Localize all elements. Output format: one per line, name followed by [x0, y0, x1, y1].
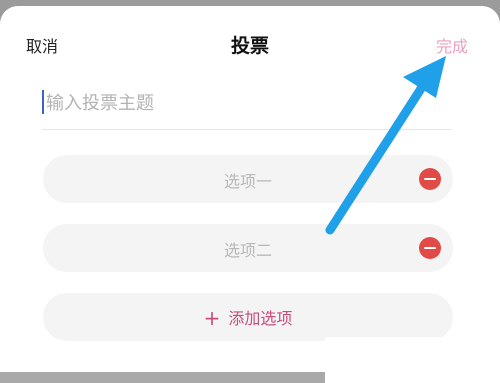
done-button[interactable]: 完成 — [436, 33, 468, 57]
background-element — [325, 337, 500, 383]
screen: 取消 投票 完成 选项一 选项二 + 添加选项 — [0, 0, 500, 383]
option-input[interactable]: 选项二 — [43, 237, 453, 261]
topic-input[interactable] — [46, 86, 446, 120]
option-input[interactable]: 选项一 — [43, 168, 453, 192]
page-title: 投票 — [230, 35, 269, 57]
minus-circle-icon[interactable] — [419, 168, 441, 190]
topic-field[interactable] — [42, 84, 452, 130]
nav-bar: 取消 投票 完成 — [0, 26, 500, 60]
plus-icon: + — [203, 306, 221, 330]
add-option-content[interactable]: + 添加选项 — [43, 305, 453, 330]
add-option-label: 添加选项 — [228, 309, 293, 328]
add-option-button[interactable]: + 添加选项 — [43, 293, 453, 341]
option-row[interactable]: 选项一 — [43, 155, 453, 203]
option-row[interactable]: 选项二 — [43, 224, 453, 272]
text-caret — [42, 90, 44, 114]
vote-sheet: 取消 投票 完成 选项一 选项二 + 添加选项 — [0, 6, 500, 372]
minus-circle-icon[interactable] — [419, 237, 441, 259]
